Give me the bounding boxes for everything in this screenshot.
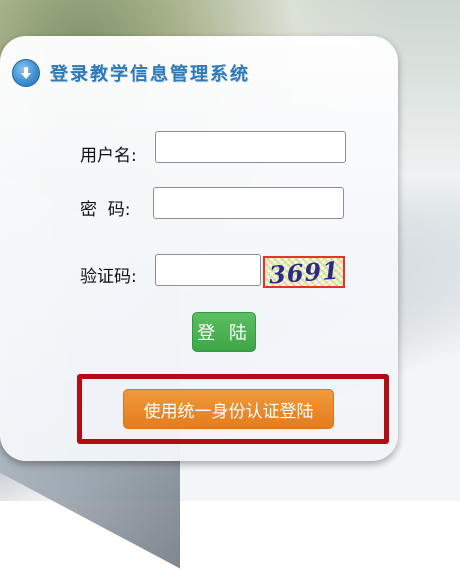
login-header: 登录教学信息管理系统 xyxy=(12,58,250,88)
page-title: 登录教学信息管理系统 xyxy=(50,64,250,85)
captcha-text: 3691 xyxy=(267,256,341,288)
username-input[interactable] xyxy=(155,131,346,163)
password-label: 密 码: xyxy=(80,200,131,220)
download-arrow-icon xyxy=(12,59,40,87)
password-input[interactable] xyxy=(153,187,344,219)
sso-login-button[interactable]: 使用统一身份认证登陆 xyxy=(123,389,334,429)
captcha-label: 验证码: xyxy=(80,267,137,287)
login-button[interactable]: 登 陆 xyxy=(192,312,256,352)
username-label: 用户名: xyxy=(80,146,137,166)
captcha-input[interactable] xyxy=(155,254,261,286)
captcha-image[interactable]: 3691 xyxy=(263,256,345,288)
